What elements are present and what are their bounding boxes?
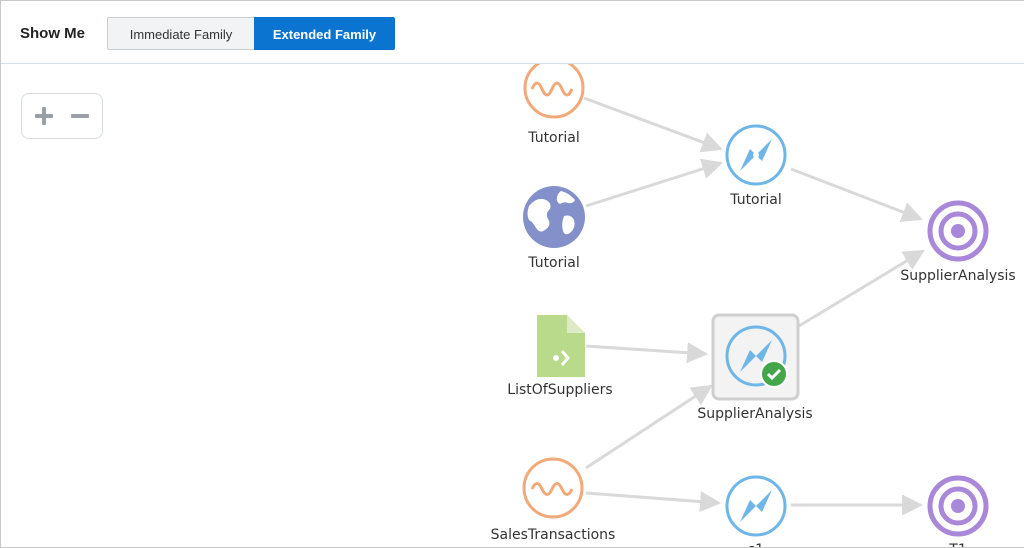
edge bbox=[585, 384, 713, 470]
compass-icon bbox=[725, 475, 787, 537]
target-icon bbox=[927, 475, 989, 537]
graph-node-tutorial-connection[interactable]: Tutorial bbox=[523, 186, 585, 271]
edge bbox=[585, 491, 722, 513]
graph-node-tutorial-dataflow[interactable]: Tutorial bbox=[523, 59, 585, 146]
lineage-graph: Tutorial Tutorial ListOfSuppliers SalesT… bbox=[491, 59, 1016, 548]
node-label: SalesTransactions bbox=[491, 527, 616, 543]
graph-node-supplieranalysis-target[interactable]: SupplierAnalysis bbox=[900, 200, 1016, 284]
edge bbox=[583, 96, 723, 153]
graph-node-tutorial-workbook[interactable]: Tutorial bbox=[725, 124, 787, 208]
node-label: s1 bbox=[748, 542, 764, 548]
edges bbox=[583, 96, 925, 516]
node-label: ListOfSuppliers bbox=[507, 382, 612, 398]
graph-node-salestransactions[interactable]: SalesTransactions bbox=[491, 457, 616, 543]
graph-node-listofsuppliers[interactable]: ListOfSuppliers bbox=[507, 315, 613, 398]
globe-icon bbox=[523, 186, 585, 248]
compass-icon bbox=[725, 124, 787, 186]
node-label: SupplierAnalysis bbox=[697, 406, 812, 422]
node-label: Tutorial bbox=[527, 130, 579, 146]
file-icon bbox=[537, 315, 585, 377]
node-label: Tutorial bbox=[729, 192, 781, 208]
sine-wave-icon bbox=[523, 64, 585, 119]
sine-wave-icon bbox=[522, 457, 584, 519]
graph-node-t1[interactable]: T1 bbox=[927, 475, 989, 548]
graph-node-s1[interactable]: s1 bbox=[725, 475, 787, 548]
node-label: Tutorial bbox=[527, 255, 579, 271]
check-badge-icon bbox=[760, 360, 788, 388]
lineage-panel: Show Me Immediate Family Extended Family bbox=[0, 0, 1024, 548]
edge bbox=[790, 167, 923, 223]
edge bbox=[798, 249, 925, 328]
node-label: SupplierAnalysis bbox=[900, 268, 1015, 284]
edge bbox=[585, 158, 724, 208]
node-label: T1 bbox=[948, 542, 966, 548]
target-icon bbox=[927, 200, 989, 262]
edge bbox=[585, 342, 709, 364]
graph-node-supplieranalysis-workbook[interactable]: SupplierAnalysis bbox=[697, 313, 813, 422]
